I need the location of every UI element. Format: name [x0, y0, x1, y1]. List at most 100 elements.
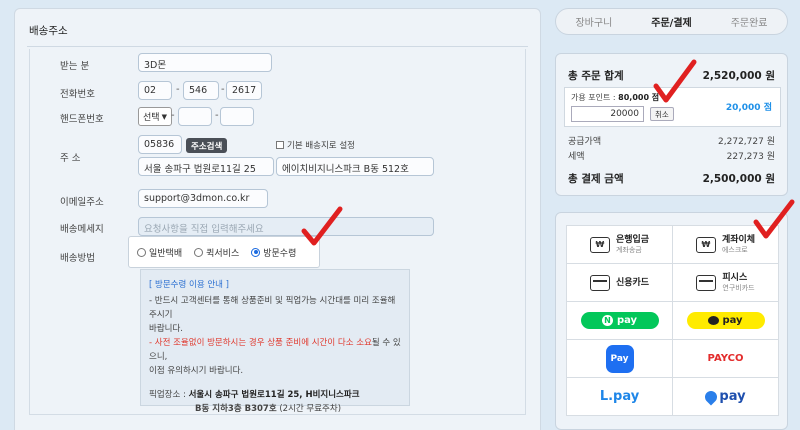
pickup-location-label: 픽업장소 :	[149, 390, 186, 400]
pickup-info-line: - 반드시 고객센터를 통해 상품준비 및 픽업가능 시간대를 미리 조율해주시…	[149, 296, 396, 320]
radio-label: 방문수령	[263, 248, 297, 259]
label-address: 주 소	[60, 153, 81, 164]
default-address-checkbox[interactable]: 기본 배송지로 설정	[276, 139, 355, 151]
label-method: 배송방법	[60, 253, 95, 264]
pickup-info-line: 이점 유의하시기 바랍니다.	[149, 366, 244, 376]
step-checkout: 주문/결제	[651, 18, 692, 29]
checkmark-icon	[653, 59, 697, 103]
radio-dot	[194, 247, 204, 257]
checkbox-box	[276, 141, 284, 149]
pay-sublabel: 연구비카드	[722, 283, 755, 292]
pickup-address-line2: B동 지하3층 B307호	[195, 404, 277, 414]
tax-value: 227,273 원	[726, 152, 775, 162]
kakao-bubble-icon	[708, 316, 720, 325]
npay-n-icon: N	[601, 315, 613, 326]
radio-pickup[interactable]: 방문수령	[251, 246, 296, 259]
tosspay-logo: pay	[702, 388, 746, 405]
pickup-info-box: [ 방문수령 이용 안내 ] - 반드시 고객센터를 통해 상품준비 및 픽업가…	[140, 269, 410, 414]
phone-part1-input[interactable]: 02	[138, 81, 172, 100]
phone-part2-input[interactable]: 546	[183, 81, 219, 100]
supply-label: 공급가액	[568, 137, 602, 147]
pay-samsungpay[interactable]: Pay	[567, 340, 673, 378]
radio-standard-delivery[interactable]: 일반택배	[137, 246, 182, 259]
pay-credit-card[interactable]: 신용카드	[567, 264, 673, 302]
zipcode-input[interactable]: 05836	[138, 135, 182, 154]
order-total-value: 2,520,000 원	[702, 70, 775, 82]
checkbox-label: 기본 배송지로 설정	[287, 141, 355, 151]
order-steps: 장바구니 주문/결제 주문완료	[555, 8, 788, 35]
pay-npay[interactable]: N pay	[567, 302, 673, 340]
pay-label: 피시스	[722, 272, 748, 283]
panel-title: 배송주소	[29, 25, 68, 37]
radio-dot	[137, 247, 146, 257]
label-message: 배송메세지	[60, 224, 104, 235]
toss-icon	[702, 388, 720, 405]
pay-label: 계좌이체	[721, 234, 756, 245]
payment-total-label: 총 결제 금액	[568, 173, 624, 185]
npay-text: pay	[616, 315, 638, 326]
pay-text: 피시스 연구비카드	[722, 273, 754, 293]
label-email: 이메일주소	[60, 197, 104, 208]
radio-quick-service[interactable]: 퀵서비스	[194, 246, 239, 259]
order-total-label: 총 주문 합계	[568, 70, 624, 82]
pickup-note: (2시간 무료주차)	[279, 404, 342, 414]
mobile-part2-input[interactable]	[178, 107, 212, 126]
phone-part3-input[interactable]: 2617	[226, 81, 262, 100]
tax-row: 세액 227,273 원	[568, 149, 775, 162]
kakaopay-logo: pay	[686, 312, 765, 329]
points-cancel-button[interactable]: 취소	[650, 107, 674, 121]
pickup-info-title: [ 방문수령 이용 안내 ]	[149, 280, 230, 290]
won-icon: ₩	[695, 236, 716, 253]
mobile-prefix-select[interactable]: 선택 ▼	[138, 107, 172, 126]
pay-tosspay[interactable]: pay	[673, 378, 779, 416]
pay-label: 신용카드	[615, 277, 650, 288]
payment-total-value: 2,500,000 원	[702, 173, 775, 185]
tosspay-text: pay	[719, 389, 746, 404]
payco-logo: PAYCO	[707, 353, 744, 364]
radio-label: 퀵서비스	[206, 248, 240, 259]
label-recipient: 받는 분	[60, 61, 90, 72]
pickup-warning-text: - 사전 조율없이 방문하시는 경우 상품 준비에 시간이 다소 소요	[149, 338, 372, 348]
points-label: 가용 포인트 :	[571, 93, 616, 102]
points-applied: 20,000 점	[725, 103, 772, 113]
pickup-location: 픽업장소 : 서울시 송파구 법원로11길 25, H비지니스파크	[149, 388, 401, 402]
pay-pisis[interactable]: 피시스 연구비카드	[673, 264, 779, 302]
step-cart: 장바구니	[575, 18, 613, 29]
pay-label: 은행입금	[615, 234, 650, 245]
address2-input[interactable]: 에이치비지니스파크 B동 512호	[276, 157, 434, 176]
dash: -	[215, 110, 219, 121]
email-input[interactable]: support@3dmon.co.kr	[138, 189, 268, 208]
payment-total-row: 총 결제 금액 2,500,000 원	[568, 171, 775, 186]
samsungpay-logo: Pay	[605, 344, 634, 373]
pay-sublabel: 계좌송금	[615, 245, 642, 254]
tax-label: 세액	[568, 152, 585, 162]
shipping-method-group: 일반택배 퀵서비스 방문수령	[128, 236, 320, 268]
card-icon	[589, 274, 610, 291]
payment-grid: ₩ 은행입금 계좌송금 ₩ 계좌이체 에스크로 신용카드 피시스 연구비카드 N…	[566, 225, 779, 416]
pay-lpay[interactable]: L.pay	[567, 378, 673, 416]
pickup-info-line: - 사전 조율없이 방문하시는 경우 상품 준비에 시간이 다소 소요될 수 있…	[149, 336, 401, 364]
pay-bank-deposit[interactable]: ₩ 은행입금 계좌송금	[567, 226, 673, 264]
chevron-down-icon: ▼	[161, 112, 167, 121]
pay-payco[interactable]: PAYCO	[673, 340, 779, 378]
recipient-input[interactable]: 3D몬	[138, 53, 272, 72]
pickup-address-line1: 서울시 송파구 법원로11길 25, H비지니스파크	[188, 390, 360, 400]
pay-text: 계좌이체 에스크로	[722, 235, 755, 255]
label-phone: 전화번호	[60, 89, 95, 100]
pickup-info-line: 바랍니다.	[149, 324, 183, 334]
pay-kakaopay[interactable]: pay	[673, 302, 779, 340]
address-search-button[interactable]: 주소검색	[186, 138, 228, 153]
pickup-location-line2: B동 지하3층 B307호 (2시간 무료주차)	[149, 402, 401, 416]
npay-logo: N pay	[580, 312, 659, 329]
mobile-part3-input[interactable]	[220, 107, 254, 126]
address1-input[interactable]: 서울 송파구 법원로11길 25	[138, 157, 274, 176]
lpay-logo: L.pay	[599, 389, 640, 404]
checkmark-icon	[753, 199, 795, 239]
radio-label: 일반택배	[149, 248, 183, 259]
dash: -	[221, 84, 225, 95]
won-icon: ₩	[589, 236, 610, 253]
supply-row: 공급가액 2,272,727 원	[568, 134, 775, 147]
radio-dot-selected	[251, 247, 261, 257]
delivery-message-input[interactable]: 요청사항을 직접 입력해주세요	[138, 217, 434, 236]
points-input[interactable]: 20000	[571, 106, 644, 122]
